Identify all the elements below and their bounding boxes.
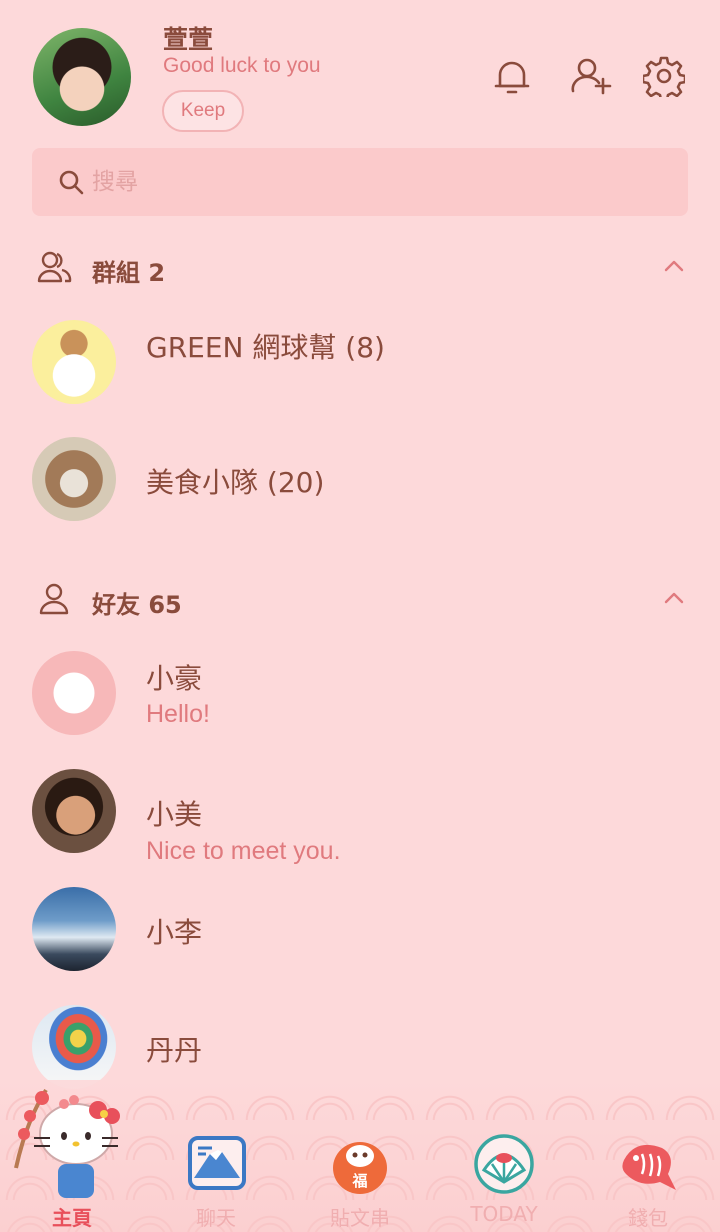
friend-row[interactable]: 小美 Nice to meet you.: [0, 759, 720, 869]
group-name: 美食小隊 (20): [146, 466, 325, 499]
hello-kitty-home-icon[interactable]: [12, 1082, 134, 1206]
nav-home-label-display[interactable]: 主頁: [0, 1202, 144, 1231]
group-icon: [36, 249, 72, 285]
chevron-up-icon[interactable]: [660, 583, 688, 611]
woman-avatar: [32, 769, 116, 853]
nav-today[interactable]: TODAY: [432, 1124, 576, 1232]
bell-icon[interactable]: [491, 55, 533, 97]
daruma-timeline-icon: 福: [328, 1130, 392, 1196]
nav-timeline[interactable]: 福 貼文串: [288, 1124, 432, 1232]
profile-avatar[interactable]: [33, 28, 131, 126]
friends-section-header[interactable]: 好友 65: [0, 575, 720, 623]
groups-section-title: 群組 2: [92, 259, 166, 287]
friend-name: 小李: [146, 916, 203, 949]
friend-name: 小美: [146, 798, 203, 831]
search-bar[interactable]: [32, 148, 688, 216]
sky-avatar: [32, 887, 116, 971]
svg-text:福: 福: [351, 1172, 367, 1190]
nav-timeline-label: 貼文串: [330, 1206, 390, 1230]
search-icon: [58, 168, 86, 196]
friend-status-message: Nice to meet you.: [146, 837, 341, 865]
nav-today-label: TODAY: [470, 1202, 538, 1226]
group-row[interactable]: 美食小隊 (20): [0, 427, 720, 537]
hello-kitty-bear-avatar: [32, 320, 116, 404]
chevron-up-icon[interactable]: [660, 251, 688, 279]
friend-row[interactable]: 小豪 Hello!: [0, 641, 720, 751]
cat-avatar: [32, 437, 116, 521]
settings-gear-icon[interactable]: [641, 55, 687, 102]
profile-status-message[interactable]: Good luck to you: [163, 54, 321, 78]
hello-kitty-avatar: [32, 651, 116, 735]
search-input[interactable]: [92, 162, 652, 202]
add-friend-icon[interactable]: [570, 55, 612, 97]
friend-name: 丹丹: [146, 1034, 203, 1067]
friend-status-message: Hello!: [146, 700, 210, 728]
mount-fuji-chat-icon: [184, 1130, 248, 1196]
profile-name[interactable]: 萱萱: [163, 20, 213, 56]
group-name: GREEN 網球幫 (8): [146, 331, 385, 364]
nav-chat-label: 聊天: [196, 1206, 236, 1230]
groups-section-header[interactable]: 群組 2: [0, 243, 720, 291]
fan-today-icon: [472, 1130, 536, 1196]
nav-chat[interactable]: 聊天: [144, 1124, 288, 1232]
nav-wallet-label: 錢包: [628, 1206, 668, 1230]
friend-name: 小豪: [146, 662, 203, 695]
hot-air-balloon-avatar: [32, 1005, 116, 1089]
group-row[interactable]: GREEN 網球幫 (8): [0, 310, 720, 420]
sea-bream-wallet-icon: [616, 1130, 680, 1196]
friend-row[interactable]: 小李: [0, 877, 720, 987]
nav-wallet[interactable]: 錢包: [576, 1124, 720, 1232]
keep-button[interactable]: Keep: [162, 90, 244, 132]
person-icon: [36, 581, 72, 617]
friends-section-title: 好友 65: [92, 591, 182, 619]
